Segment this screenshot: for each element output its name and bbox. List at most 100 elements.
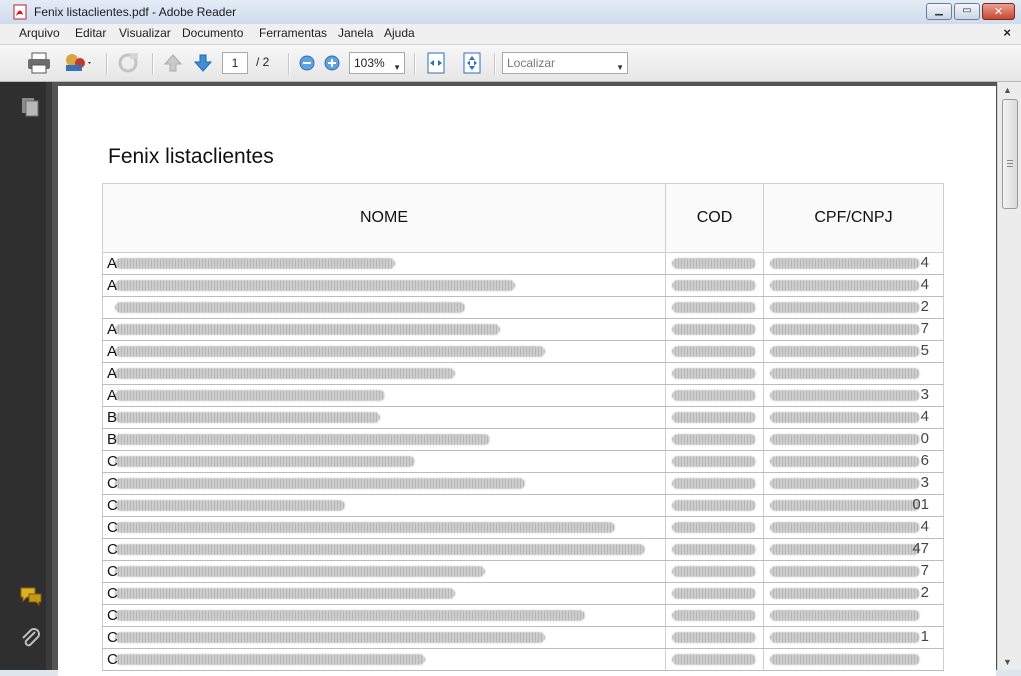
doc-last-digits: 3 xyxy=(920,474,929,491)
cell-cod xyxy=(665,648,764,671)
document-viewport: Fenix listaclientes NOME COD CPF/CNPJ A4… xyxy=(52,82,997,676)
redacted-cpf-cnpj xyxy=(770,324,920,335)
table-row: B4 xyxy=(102,406,944,429)
menu-ajuda[interactable]: Ajuda xyxy=(383,26,416,40)
doc-last-digits: 5 xyxy=(920,342,929,359)
redacted-cpf-cnpj xyxy=(770,654,920,665)
cell-nome: A xyxy=(102,384,666,407)
sync-icon[interactable] xyxy=(114,51,142,75)
redacted-name xyxy=(115,346,545,357)
redacted-cod xyxy=(672,324,756,335)
menu-ferramentas[interactable]: Ferramentas xyxy=(258,26,328,40)
redacted-name xyxy=(115,412,380,423)
cell-cod xyxy=(665,340,764,363)
cell-cod xyxy=(665,582,764,605)
share-icon[interactable] xyxy=(62,51,92,75)
menu-janela[interactable]: Janela xyxy=(337,26,374,40)
cell-cpf-cnpj: 4 xyxy=(763,516,944,539)
cell-nome: C xyxy=(102,538,666,561)
vertical-scrollbar[interactable]: ▲ ▼ xyxy=(997,82,1021,670)
cell-nome: C xyxy=(102,560,666,583)
menu-visualizar[interactable]: Visualizar xyxy=(118,26,172,40)
redacted-cod xyxy=(672,368,756,379)
close-document-button[interactable]: × xyxy=(1003,25,1011,40)
print-icon[interactable] xyxy=(26,51,52,75)
attachments-icon[interactable] xyxy=(20,627,42,651)
name-initial: C xyxy=(107,563,118,580)
document-title: Fenix listaclientes xyxy=(108,145,274,168)
zoom-out-icon[interactable] xyxy=(298,54,316,72)
redacted-cpf-cnpj xyxy=(770,280,920,291)
redacted-cod xyxy=(672,500,756,511)
redacted-name xyxy=(115,522,615,533)
name-initial: C xyxy=(107,497,118,514)
menu-documento[interactable]: Documento xyxy=(181,26,244,40)
table-row: B0 xyxy=(102,428,944,451)
fit-page-icon[interactable] xyxy=(461,51,483,75)
redacted-name xyxy=(115,456,415,467)
fit-width-icon[interactable] xyxy=(425,51,447,75)
cell-cod xyxy=(665,516,764,539)
page-number-input[interactable]: 1 xyxy=(222,52,248,74)
redacted-name xyxy=(115,654,425,665)
redacted-name xyxy=(115,478,525,489)
redacted-cpf-cnpj xyxy=(770,478,920,489)
scroll-up-icon[interactable]: ▲ xyxy=(1003,85,1012,95)
redacted-cpf-cnpj xyxy=(770,412,920,423)
cell-nome: A xyxy=(102,274,666,297)
scroll-down-icon[interactable]: ▼ xyxy=(1003,657,1012,667)
cell-nome xyxy=(102,296,666,319)
header-cod: COD xyxy=(665,183,764,253)
zoom-in-icon[interactable] xyxy=(323,54,341,72)
next-page-icon[interactable] xyxy=(192,52,214,74)
cell-nome: C xyxy=(102,516,666,539)
redacted-cod xyxy=(672,588,756,599)
name-initial: A xyxy=(107,387,118,404)
menu-editar[interactable]: Editar xyxy=(74,26,107,40)
search-placeholder: Localizar xyxy=(507,56,556,70)
redacted-cpf-cnpj xyxy=(770,368,920,379)
table-row: C xyxy=(102,604,944,627)
cell-cod xyxy=(665,252,764,275)
redacted-name xyxy=(115,566,485,577)
scrollbar-thumb[interactable] xyxy=(1002,99,1018,209)
redacted-cod xyxy=(672,280,756,291)
doc-last-digits: 01 xyxy=(912,496,929,513)
maximize-button[interactable]: ▭ xyxy=(954,3,980,20)
redacted-cod xyxy=(672,632,756,643)
cell-cpf-cnpj: 3 xyxy=(763,384,944,407)
name-initial: B xyxy=(107,409,118,426)
redacted-cod xyxy=(672,566,756,577)
redacted-cod xyxy=(672,522,756,533)
doc-last-digits: 0 xyxy=(920,430,929,447)
cell-cod xyxy=(665,274,764,297)
close-button[interactable]: ✕ xyxy=(982,3,1015,20)
pages-panel-icon[interactable] xyxy=(20,96,40,118)
cell-cpf-cnpj: 4 xyxy=(763,406,944,429)
name-initial: A xyxy=(107,277,118,294)
zoom-select[interactable]: 103% ▼ xyxy=(349,52,405,74)
redacted-cpf-cnpj xyxy=(770,588,920,599)
cell-nome: B xyxy=(102,406,666,429)
previous-page-icon[interactable] xyxy=(162,52,184,74)
window-title: Fenix listaclientes.pdf - Adobe Reader xyxy=(34,5,237,19)
redacted-cod xyxy=(672,610,756,621)
cell-nome: A xyxy=(102,362,666,385)
pdf-app-icon xyxy=(13,4,27,20)
redacted-name xyxy=(115,544,645,555)
minimize-button[interactable]: ▁ xyxy=(926,3,952,20)
doc-last-digits: 4 xyxy=(920,408,929,425)
cell-nome: C xyxy=(102,450,666,473)
menu-arquivo[interactable]: Arquivo xyxy=(18,26,61,40)
search-input[interactable]: Localizar ▼ xyxy=(502,52,628,74)
cell-cod xyxy=(665,604,764,627)
redacted-cpf-cnpj xyxy=(770,500,920,511)
redacted-cpf-cnpj xyxy=(770,456,920,467)
redacted-cpf-cnpj xyxy=(770,632,920,643)
name-initial: C xyxy=(107,607,118,624)
comments-icon[interactable] xyxy=(19,586,43,606)
name-initial: C xyxy=(107,585,118,602)
table-row: C7 xyxy=(102,560,944,583)
doc-last-digits: 7 xyxy=(920,562,929,579)
redacted-cpf-cnpj xyxy=(770,544,920,555)
